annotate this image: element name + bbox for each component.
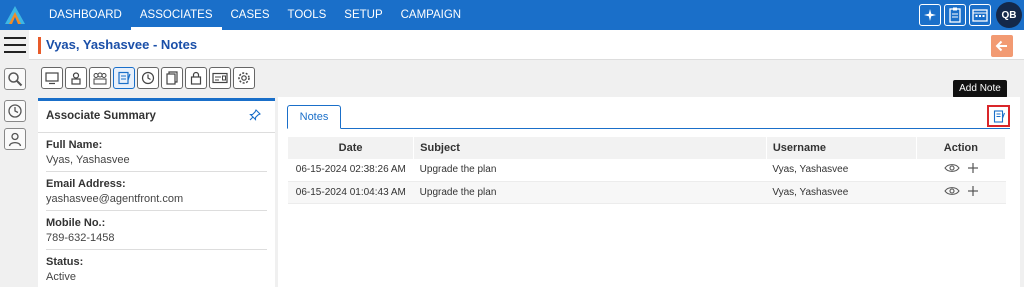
left-rail <box>0 30 29 287</box>
view-eye-icon[interactable] <box>944 186 960 196</box>
page-title: Vyas, Yashasvee - Notes <box>46 37 198 52</box>
field-value: yashasvee@agentfront.com <box>46 193 184 205</box>
clipboard-icon[interactable] <box>944 4 966 26</box>
cell-action <box>916 159 1006 182</box>
title-accent-bar <box>38 37 41 54</box>
nav-tools[interactable]: TOOLS <box>279 0 336 30</box>
clock-icon[interactable] <box>137 67 159 89</box>
cell-subject: Upgrade the plan <box>413 159 767 182</box>
plus-icon[interactable] <box>967 185 978 196</box>
cell-date: 06-15-2024 02:38:26 AM <box>288 159 414 182</box>
id-card-icon[interactable] <box>209 67 231 89</box>
tab-underline <box>287 128 1010 129</box>
sparkle-icon[interactable] <box>919 4 941 26</box>
associate-toolbar <box>41 67 255 89</box>
nav-setup[interactable]: SETUP <box>335 0 391 30</box>
settings-gear-icon[interactable] <box>233 67 255 89</box>
cell-username: Vyas, Yashasvee <box>766 159 917 182</box>
cell-date: 06-15-2024 01:04:43 AM <box>288 181 414 204</box>
view-eye-icon[interactable] <box>944 163 960 173</box>
notes-table: Date Subject Username Action 06-15-2024 … <box>288 137 1007 204</box>
team-icon[interactable] <box>89 67 111 89</box>
add-note-icon <box>993 109 1005 123</box>
app-logo[interactable] <box>0 0 30 30</box>
notes-icon[interactable] <box>113 67 135 89</box>
field-value: Vyas, Yashasvee <box>46 154 130 166</box>
calendar-icon[interactable] <box>969 4 991 26</box>
user-avatar[interactable]: QB <box>996 2 1022 28</box>
column-header-date[interactable]: Date <box>288 137 415 159</box>
page-header: Vyas, Yashasvee - Notes <box>29 30 1024 60</box>
summary-header: Associate Summary <box>38 101 275 133</box>
user-icon[interactable] <box>65 67 87 89</box>
nav-cases[interactable]: CASES <box>222 0 279 30</box>
history-icon[interactable] <box>4 100 26 122</box>
field-label: Email Address: <box>46 178 126 190</box>
table-header-row: Date Subject Username Action <box>288 137 1007 159</box>
summary-title: Associate Summary <box>46 110 156 122</box>
field-label: Status: <box>46 256 84 268</box>
cell-subject: Upgrade the plan <box>413 181 767 204</box>
field-mobile: Mobile No.: 789-632-1458 <box>46 211 267 250</box>
notes-panel: Notes Date Subject Username Action 06-15… <box>278 97 1020 287</box>
column-header-username[interactable]: Username <box>766 137 917 159</box>
top-navbar: DASHBOARD ASSOCIATES CASES TOOLS SETUP C… <box>0 0 1024 30</box>
hamburger-menu-icon[interactable] <box>4 37 26 55</box>
column-header-action: Action <box>916 137 1007 159</box>
search-icon[interactable] <box>4 68 26 90</box>
field-value: Active <box>46 271 76 283</box>
back-arrow-icon[interactable] <box>991 35 1013 57</box>
field-status: Status: Active <box>46 250 267 287</box>
monitor-icon[interactable] <box>41 67 63 89</box>
nav-campaign[interactable]: CAMPAIGN <box>392 0 471 30</box>
cell-action <box>916 181 1006 204</box>
plus-icon[interactable] <box>967 163 978 174</box>
lock-icon[interactable] <box>185 67 207 89</box>
field-full-name: Full Name: Vyas, Yashasvee <box>46 133 267 172</box>
documents-icon[interactable] <box>161 67 183 89</box>
add-note-button[interactable] <box>987 105 1010 127</box>
cell-username: Vyas, Yashasvee <box>766 181 917 204</box>
associate-summary-panel: Associate Summary Full Name: Vyas, Yasha… <box>38 98 275 287</box>
nav-associates[interactable]: ASSOCIATES <box>130 0 222 30</box>
tab-notes[interactable]: Notes <box>287 105 341 129</box>
field-email: Email Address: yashasvee@agentfront.com <box>46 172 267 211</box>
field-label: Full Name: <box>46 139 103 151</box>
top-right-actions: QB <box>919 0 1024 30</box>
column-header-subject[interactable]: Subject <box>413 137 767 159</box>
main-nav: DASHBOARD ASSOCIATES CASES TOOLS SETUP C… <box>40 0 470 30</box>
add-note-tooltip: Add Note <box>953 80 1007 98</box>
associate-profile-icon[interactable] <box>4 128 26 150</box>
table-row: 06-15-2024 01:04:43 AM Upgrade the plan … <box>288 181 1006 204</box>
nav-dashboard[interactable]: DASHBOARD <box>40 0 131 30</box>
field-value: 789-632-1458 <box>46 232 115 244</box>
pin-icon[interactable] <box>249 109 261 124</box>
table-row: 06-15-2024 02:38:26 AM Upgrade the plan … <box>288 159 1006 182</box>
field-label: Mobile No.: <box>46 217 106 229</box>
